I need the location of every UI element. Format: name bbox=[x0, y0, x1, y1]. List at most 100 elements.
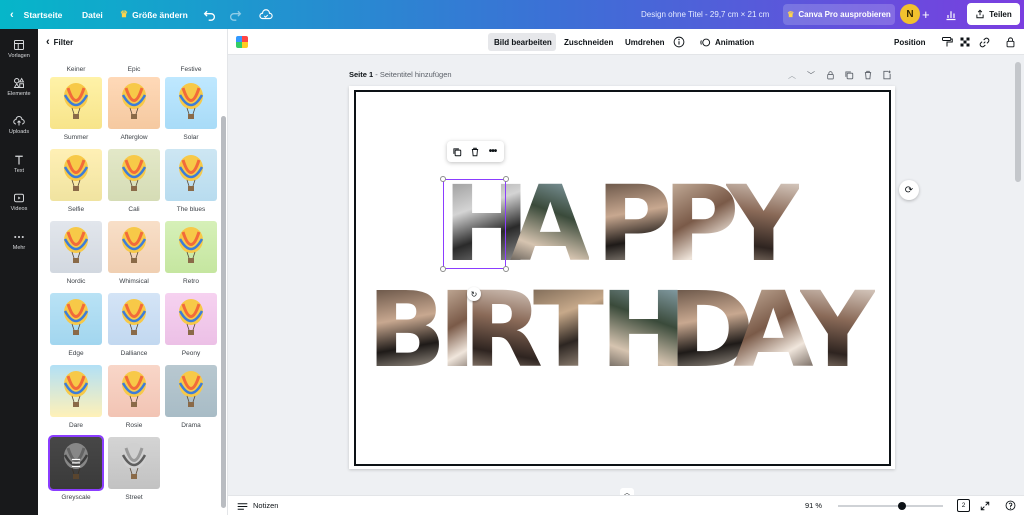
balloon-icon bbox=[63, 371, 89, 407]
redo-button[interactable] bbox=[229, 0, 242, 29]
crop-button[interactable]: Zuschneiden bbox=[564, 29, 613, 55]
rail-item-elements[interactable]: Elemente bbox=[0, 77, 38, 97]
rail-item-more[interactable]: Mehr bbox=[0, 231, 38, 251]
rotate-handle[interactable]: ↻ bbox=[467, 287, 481, 301]
filter-thumbnail bbox=[108, 77, 160, 129]
filter-label-top[interactable]: Keiner bbox=[50, 61, 102, 73]
resize-handle[interactable] bbox=[440, 176, 446, 182]
filter-selfie[interactable]: Selfie bbox=[50, 149, 102, 213]
home-link[interactable]: ‹ Startseite bbox=[10, 0, 62, 29]
filter-greyscale[interactable]: ☰ Greyscale bbox=[48, 435, 104, 501]
file-menu[interactable]: Datei bbox=[82, 0, 103, 29]
add-page-button[interactable] bbox=[882, 70, 892, 80]
delete-page-button[interactable] bbox=[863, 70, 873, 80]
animation-button[interactable]: Animation bbox=[700, 29, 754, 55]
filter-solar[interactable]: Solar bbox=[165, 77, 217, 141]
cloud-check-icon bbox=[259, 8, 273, 19]
notes-button[interactable]: Notizen bbox=[253, 501, 278, 510]
filter-rosie[interactable]: Rosie bbox=[108, 365, 160, 429]
help-button[interactable] bbox=[1004, 499, 1017, 512]
resize-handle[interactable] bbox=[440, 266, 446, 272]
add-member-button[interactable]: + bbox=[922, 0, 930, 29]
copy-element-button[interactable] bbox=[451, 146, 462, 157]
share-button[interactable]: Teilen bbox=[967, 3, 1020, 25]
zoom-value[interactable]: 91 % bbox=[805, 501, 822, 510]
filter-dalliance[interactable]: Dalliance bbox=[108, 293, 160, 357]
design-title[interactable]: Design ohne Titel - 29,7 cm × 21 cm bbox=[641, 0, 769, 29]
info-button[interactable] bbox=[673, 29, 685, 55]
rail-item-videos[interactable]: Videos bbox=[0, 192, 38, 212]
photo-letter[interactable]: A bbox=[510, 172, 590, 276]
selection-box[interactable] bbox=[443, 179, 506, 269]
position-button[interactable]: Position bbox=[894, 29, 926, 55]
filter-label-top[interactable]: Epic bbox=[108, 61, 160, 73]
rail-item-templates[interactable]: Vorlagen bbox=[0, 39, 38, 59]
filter-panel: ‹ Filter Keiner Epic Festive Summer Afterglo… bbox=[38, 29, 228, 515]
cloud-save-status[interactable] bbox=[259, 0, 273, 29]
resize-button[interactable]: ♛ Größe ändern bbox=[120, 0, 188, 29]
filter-label: Solar bbox=[183, 134, 199, 141]
delete-element-button[interactable] bbox=[469, 146, 480, 157]
photo-letter[interactable]: Y bbox=[800, 278, 875, 382]
filter-thumbnail bbox=[165, 149, 217, 201]
filter-the-blues[interactable]: The blues bbox=[165, 149, 217, 213]
notes-icon[interactable] bbox=[236, 500, 248, 512]
more-options-button[interactable]: ••• bbox=[487, 146, 498, 157]
resize-handle[interactable] bbox=[503, 266, 509, 272]
page-title[interactable]: Seite 1 - Seitentitel hinzufügen bbox=[349, 70, 452, 79]
magic-refresh-button[interactable]: ⟳ bbox=[899, 180, 919, 200]
edit-image-button[interactable]: Bild bearbeiten bbox=[494, 29, 552, 55]
filter-label: Peony bbox=[181, 350, 201, 357]
filter-summer[interactable]: Summer bbox=[50, 77, 102, 141]
rail-item-text[interactable]: Text bbox=[0, 154, 38, 174]
photo-letter[interactable]: B bbox=[367, 278, 446, 382]
filter-back-button[interactable]: ‹ Filter bbox=[38, 29, 228, 55]
page-down-button[interactable]: ﹀ bbox=[806, 70, 816, 80]
photo-letter[interactable]: T bbox=[533, 278, 604, 382]
filter-drama[interactable]: Drama bbox=[165, 365, 217, 429]
avatar[interactable]: N bbox=[900, 4, 920, 24]
photo-letter[interactable]: P bbox=[596, 172, 672, 276]
undo-button[interactable] bbox=[203, 0, 216, 29]
photo-letter[interactable]: Y bbox=[726, 172, 801, 276]
rail-item-uploads[interactable]: Uploads bbox=[0, 115, 38, 135]
info-icon bbox=[673, 36, 685, 48]
filter-street[interactable]: Street bbox=[108, 437, 160, 501]
page-count-button[interactable]: 2 bbox=[957, 499, 970, 512]
insights-button[interactable] bbox=[945, 0, 957, 29]
lock-page-button[interactable] bbox=[825, 70, 835, 80]
help-icon bbox=[1005, 500, 1016, 511]
duplicate-page-button[interactable] bbox=[844, 70, 854, 80]
filter-dare[interactable]: Dare bbox=[50, 365, 102, 429]
elements-icon bbox=[13, 77, 25, 88]
color-button[interactable] bbox=[236, 29, 248, 55]
filter-edge[interactable]: Edge bbox=[50, 293, 102, 357]
filter-label-top[interactable]: Festive bbox=[165, 61, 217, 73]
balloon-icon bbox=[63, 227, 89, 263]
zoom-slider-thumb[interactable] bbox=[898, 502, 907, 510]
filter-nordic[interactable]: Nordic bbox=[50, 221, 102, 285]
flip-button[interactable]: Umdrehen bbox=[625, 29, 665, 55]
page-up-button[interactable]: ︿ bbox=[787, 70, 797, 80]
copy-style-button[interactable] bbox=[941, 29, 953, 55]
lock-button[interactable] bbox=[1005, 29, 1016, 55]
filter-retro[interactable]: Retro bbox=[165, 221, 217, 285]
canvas-scrollbar[interactable] bbox=[1015, 62, 1021, 182]
balloon-icon bbox=[121, 299, 147, 335]
link-button[interactable] bbox=[978, 29, 991, 55]
filter-whimsical[interactable]: Whimsical bbox=[108, 221, 160, 285]
adjust-settings-icon[interactable]: ☰ bbox=[50, 437, 102, 489]
try-pro-button[interactable]: ♛ Canva Pro ausprobieren bbox=[783, 4, 895, 25]
filter-cali[interactable]: Cali bbox=[108, 149, 160, 213]
duplicate-icon bbox=[452, 147, 461, 156]
transparency-button[interactable] bbox=[959, 29, 971, 55]
filter-label: Greyscale bbox=[61, 494, 91, 501]
zoom-slider-track[interactable] bbox=[838, 505, 943, 507]
filter-afterglow[interactable]: Afterglow bbox=[108, 77, 160, 141]
panel-scrollbar[interactable] bbox=[221, 116, 226, 508]
resize-handle[interactable] bbox=[503, 176, 509, 182]
filter-peony[interactable]: Peony bbox=[165, 293, 217, 357]
fullscreen-button[interactable] bbox=[978, 499, 991, 512]
more-icon: ••• bbox=[488, 146, 497, 157]
crown-icon: ♛ bbox=[120, 9, 129, 19]
